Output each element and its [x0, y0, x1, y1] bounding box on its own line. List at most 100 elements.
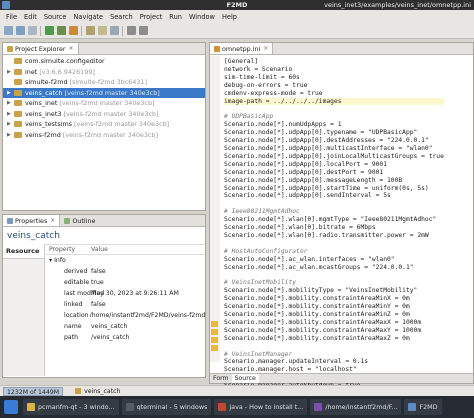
taskbar-label: /home/instantf2md/F... — [325, 403, 398, 411]
table-row[interactable]: linked false — [46, 299, 205, 310]
table-row[interactable]: name veins_catch — [46, 321, 205, 332]
tab-form[interactable]: Form — [210, 374, 232, 383]
heap-status[interactable]: 1232M of 1449M — [3, 386, 64, 396]
tree-item[interactable]: ▶ veins_inet3 [veins-f2md master 340e3cb… — [3, 109, 205, 120]
properties-panel: Properties × Outline veins_catch Resourc… — [2, 214, 206, 378]
expand-arrow-icon[interactable]: ▶ — [7, 119, 14, 130]
taskbar-label: F2MD — [419, 403, 438, 411]
category-resource[interactable]: Resource — [3, 244, 44, 259]
run-icon[interactable] — [45, 26, 54, 35]
group-row[interactable]: ▾ Info — [46, 255, 205, 266]
save-all-icon[interactable] — [28, 26, 37, 35]
search-icon[interactable] — [98, 26, 107, 35]
code-line: sim-time-limit = 60s — [224, 73, 300, 81]
column-value[interactable]: Value — [91, 246, 108, 253]
project-name: veins_inet — [25, 99, 58, 107]
code-line: cmdenv-express-mode = true — [224, 89, 323, 97]
project-folder-icon — [14, 131, 22, 138]
menu-navigate[interactable]: Navigate — [73, 13, 103, 21]
taskbar-item[interactable]: F2MD — [404, 399, 442, 415]
expand-arrow-icon[interactable]: ▶ — [7, 109, 14, 120]
code-line: Scenario.node[*].udpApp[0].localPort = 9… — [224, 160, 388, 168]
code-comment-line: # VeinsInetMobility — [224, 279, 297, 287]
code-line: debug-on-errors = true — [224, 81, 308, 89]
code-editor[interactable]: [General] network = Scenario sim-time-limi… — [224, 58, 444, 390]
menu-source[interactable]: Source — [44, 13, 67, 21]
debug-icon[interactable] — [57, 26, 66, 35]
taskbar-item[interactable]: java - How to install t... — [214, 399, 308, 415]
table-row[interactable]: path /veins_catch — [46, 332, 205, 343]
menu-file[interactable]: File — [6, 13, 17, 21]
annotation-icon[interactable] — [110, 26, 119, 35]
toolbar-separator — [81, 25, 82, 36]
selection-status: veins_catch — [75, 388, 120, 395]
tab-properties[interactable]: Properties × — [3, 215, 61, 226]
save-icon[interactable] — [16, 26, 25, 35]
tree-item[interactable]: ▶ veins-f2md [veins-f2md master 340e3cb] — [3, 130, 205, 141]
code-line: Scenario.node[*].wlan[0].mgmtType = "Iee… — [224, 216, 437, 224]
new-icon[interactable] — [4, 26, 13, 35]
tree-item[interactable]: ▶ veins_testsims [veins-f2md master 340e… — [3, 119, 205, 130]
menu-search[interactable]: Search — [110, 13, 133, 21]
code-line: Scenario.node[*].udpApp[0].joinLocalMult… — [224, 152, 444, 160]
expand-arrow-icon[interactable]: ▶ — [7, 67, 14, 78]
window-title: veins_inet3/examples/veins_inet/omnetpp.… — [324, 1, 471, 9]
tab-source[interactable]: Source — [231, 374, 259, 383]
expand-arrow-icon[interactable]: ▶ — [7, 88, 14, 99]
tree-item[interactable]: simulte-f2md [simulte-f2md 3bc6431] — [3, 77, 205, 88]
expand-arrow-icon[interactable]: ▶ — [7, 130, 14, 141]
menu-edit[interactable]: Edit — [24, 13, 37, 21]
tree-item-selected[interactable]: ▶ veins_catch [veins-f2md master 340e3cb… — [3, 87, 205, 99]
code-line: Scenario.node[*].mobility.constraintArea… — [224, 318, 422, 326]
expand-arrow-icon[interactable]: ▶ — [7, 98, 14, 109]
tab-project-explorer[interactable]: Project Explorer × — [3, 43, 79, 54]
taskbar-item[interactable]: qterminal - 5 windows — [121, 399, 212, 415]
warning-icon — [211, 329, 218, 335]
taskbar-item[interactable]: pcmanfm-qt - 3 windo... — [23, 399, 119, 415]
table-row[interactable]: location /home/instantf2md/F2MD/veins-f2… — [46, 310, 205, 321]
taskbar-label: java - How to install t... — [229, 403, 304, 411]
tree-item[interactable]: ▶ veins_inet [veins-f2md master 340e3cb] — [3, 98, 205, 109]
external-tools-icon[interactable] — [69, 26, 78, 35]
property-value: false — [91, 268, 106, 275]
taskbar: pcmanfm-qt - 3 windo... qterminal - 5 wi… — [0, 396, 474, 418]
code-comment-line: # UDPBasicApp — [224, 113, 274, 121]
project-folder-icon — [14, 121, 22, 128]
menu-window[interactable]: Window — [189, 13, 215, 21]
column-property[interactable]: Property — [46, 246, 91, 253]
code-comment-line: # VeinsInetManager — [224, 350, 293, 358]
menu-run[interactable]: Run — [169, 13, 182, 21]
tab-outline[interactable]: Outline — [60, 215, 100, 226]
back-icon[interactable] — [127, 26, 136, 35]
menu-help[interactable]: Help — [222, 13, 237, 21]
code-line: Scenario.node[*].udpApp[0].startTime = u… — [224, 184, 429, 192]
toolbar — [0, 23, 474, 39]
editor-tabs: omnetpp.ini × — [210, 43, 473, 55]
ini-file-icon — [214, 45, 220, 52]
toolbar-separator — [122, 25, 123, 36]
tree-item[interactable]: ▶ inet [v3.6.6 9426199] — [3, 67, 205, 78]
close-icon[interactable]: × — [263, 45, 268, 52]
open-type-icon[interactable] — [86, 26, 95, 35]
file-manager-icon — [27, 403, 35, 411]
tab-omnetpp-ini[interactable]: omnetpp.ini × — [210, 43, 274, 54]
project-folder-icon — [14, 68, 22, 75]
menu-project[interactable]: Project — [140, 13, 163, 21]
project-git-decoration: [veins-f2md master 340e3cb] — [59, 99, 155, 107]
taskbar-item[interactable]: /home/instantf2md/F... — [310, 399, 402, 415]
title-bar: F2MD veins_inet3/examples/veins_inet/omn… — [0, 0, 474, 10]
project-name: veins_testsims — [25, 120, 72, 128]
forward-icon[interactable] — [139, 26, 148, 35]
project-tree: com.simulte.configeditor ▶ inet [v3.6.6 … — [3, 55, 205, 140]
tree-item[interactable]: com.simulte.configeditor — [3, 56, 205, 67]
folder-icon — [7, 45, 13, 52]
close-icon[interactable]: × — [69, 45, 74, 52]
table-row[interactable]: derived false — [46, 266, 205, 277]
property-name: derived — [64, 268, 88, 275]
table-row[interactable]: editable true — [46, 277, 205, 288]
close-icon[interactable]: × — [50, 217, 55, 224]
start-menu-icon[interactable] — [4, 400, 18, 414]
table-row[interactable]: last modified May 30, 2023 at 9:26:11 AM — [46, 288, 205, 299]
